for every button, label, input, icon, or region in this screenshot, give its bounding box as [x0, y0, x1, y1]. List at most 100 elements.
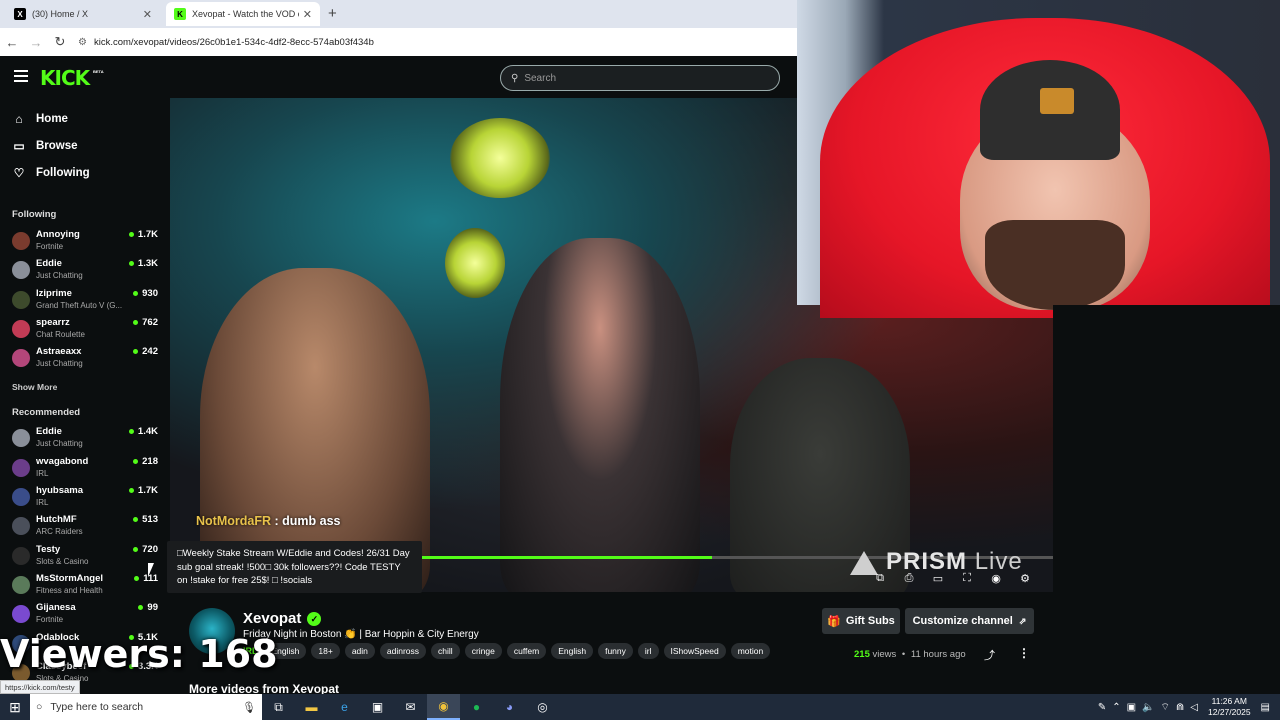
live-dot-icon — [133, 547, 139, 552]
search-icon: ⚲ — [511, 72, 519, 84]
lamp-graphic — [445, 228, 505, 298]
recommended-channel[interactable]: Eddie Just Chatting 1.4K — [12, 426, 162, 454]
viewer-count: 99 — [138, 602, 158, 613]
recommended-channel[interactable]: hyubsama IRL 1.7K — [12, 485, 162, 513]
fullscreen-icon[interactable]: ⛶ — [959, 572, 975, 586]
speaker-icon[interactable]: ◁ — [1190, 702, 1198, 713]
tag-chip[interactable]: adin — [344, 643, 375, 659]
video-age: 11 hours ago — [910, 649, 966, 660]
close-tab-icon[interactable]: ✕ — [143, 8, 152, 21]
avatar — [12, 291, 30, 309]
recommended-channel[interactable]: Gijanesa Fortnite 99 — [12, 602, 162, 630]
following-channel[interactable]: Iziprime Grand Theft Auto V (G... 930 — [12, 288, 162, 316]
channel-name: spearrz — [36, 317, 70, 328]
viewer-count: 720 — [133, 544, 158, 555]
tab-x-home[interactable]: X (30) Home / X ✕ — [6, 2, 160, 26]
more-options-icon[interactable]: ⋮ — [1018, 646, 1030, 660]
url-field[interactable]: ⚙ kick.com/xevopat/videos/26c0b1e1-534c-… — [78, 37, 374, 48]
reload-button[interactable]: ↻ — [48, 34, 72, 50]
show-more-link[interactable]: Show More — [12, 382, 57, 392]
windows-start-icon[interactable]: ⊞ — [0, 694, 30, 720]
settings-gear-icon[interactable]: ⚙ — [1017, 572, 1033, 586]
live-dot-icon — [133, 349, 139, 354]
following-channel[interactable]: Eddie Just Chatting 1.3K — [12, 258, 162, 286]
channel-category: Fortnite — [36, 615, 64, 624]
forward-button[interactable]: → — [24, 35, 48, 50]
verified-badge-icon: ✓ — [307, 611, 322, 626]
task-view-icon[interactable]: ⧉ — [262, 694, 295, 720]
sidebar-nav-browse[interactable]: ▭ Browse — [12, 139, 77, 153]
close-tab-icon[interactable]: ✕ — [303, 8, 312, 21]
viewer-count-value: 720 — [142, 544, 158, 555]
menu-icon[interactable] — [14, 70, 28, 82]
show-hidden-icons-icon[interactable]: ⌃ — [1112, 702, 1120, 713]
file-explorer-icon[interactable]: ▬ — [295, 694, 328, 720]
tag-chip[interactable]: irl — [637, 643, 659, 659]
customize-channel-button[interactable]: Customize channel ⇗ — [905, 608, 1034, 634]
tab-title: Xevopat - Watch the VOD on Kick — [192, 9, 299, 19]
recommended-channel[interactable]: wvagabond IRL 218 — [12, 456, 162, 484]
tag-chip[interactable]: adinross — [379, 643, 427, 659]
network-icon[interactable]: ⌔ — [1161, 701, 1170, 714]
button-label: Gift Subs — [845, 615, 895, 627]
sidebar-nav-home[interactable]: ⌂ Home — [12, 112, 68, 126]
tag-chip[interactable]: cringe — [464, 643, 502, 659]
wifi-icon[interactable]: ⋒ — [1176, 702, 1184, 713]
beanie-logo-patch — [1040, 88, 1074, 114]
notifications-icon[interactable]: ▤ — [1261, 702, 1270, 713]
channel-category: Just Chatting — [36, 271, 83, 280]
mail-icon[interactable]: ✉ — [394, 694, 427, 720]
avatar — [12, 517, 30, 535]
playback-speed-icon[interactable]: ◉ — [988, 572, 1004, 586]
tab-kick-vod[interactable]: K Xevopat - Watch the VOD on Kick ✕ — [166, 2, 320, 26]
clip-icon[interactable]: ⎙ — [901, 572, 917, 586]
kick-logo[interactable]: KICK — [40, 66, 90, 90]
tray-app-icon[interactable]: ▣ — [1127, 702, 1136, 713]
discord-icon[interactable]: ◕ — [493, 694, 526, 720]
gift-subs-button[interactable]: 🎁 Gift Subs — [822, 608, 900, 634]
sidebar-nav-following[interactable]: ♡ Following — [12, 166, 90, 180]
edge-browser-icon[interactable]: e — [328, 694, 361, 720]
separator: • — [901, 649, 906, 660]
avatar — [12, 547, 30, 565]
volume-icon[interactable]: 🔈 — [1142, 702, 1154, 713]
pip-icon[interactable]: ⧉ — [872, 572, 888, 586]
tag-chip[interactable]: 18+ — [311, 643, 340, 659]
recommended-channel[interactable]: HutchMF ARC Raiders 513 — [12, 514, 162, 542]
chrome-icon[interactable]: ◉ — [427, 694, 460, 720]
following-channel[interactable]: Astraeaxx Just Chatting 242 — [12, 346, 162, 374]
tag-chip[interactable]: funny — [598, 643, 633, 659]
system-clock[interactable]: 11:26 AM 12/27/2025 — [1208, 696, 1251, 718]
spotify-icon[interactable]: ● — [460, 694, 493, 720]
channel-name-heading[interactable]: Xevopat ✓ — [243, 610, 322, 627]
tag-chip[interactable]: English — [551, 643, 594, 659]
theater-icon[interactable]: ▭ — [930, 572, 946, 586]
new-tab-button[interactable]: + — [328, 5, 337, 22]
microsoft-store-icon[interactable]: ▣ — [361, 694, 394, 720]
live-dot-icon — [128, 488, 134, 493]
channel-name: Eddie — [36, 258, 62, 269]
back-button[interactable]: ← — [0, 35, 24, 50]
taskbar-search-input[interactable]: ○ Type here to search 🎙 — [30, 694, 262, 720]
tag-chip[interactable]: chill — [431, 643, 460, 659]
following-channel[interactable]: spearrz Chat Roulette 762 — [12, 317, 162, 345]
avatar — [12, 349, 30, 367]
viewer-count-value: 762 — [142, 317, 158, 328]
obs-icon[interactable]: ◎ — [526, 694, 559, 720]
views-label: views — [872, 649, 897, 660]
tag-chip[interactable]: cuffem — [506, 643, 547, 659]
share-icon[interactable]: ⤴ — [984, 647, 995, 663]
recommended-channel[interactable]: MsStormAngel Fitness and Health 111 — [12, 573, 162, 601]
pen-icon[interactable]: ✎ — [1098, 702, 1106, 713]
microphone-icon[interactable]: 🎙 — [242, 701, 256, 714]
clock-date: 12/27/2025 — [1208, 707, 1251, 717]
recommended-channel[interactable]: Testy Slots & Casino 720 — [12, 544, 162, 572]
tag-chip[interactable]: IShowSpeed — [663, 643, 726, 659]
site-info-icon[interactable]: ⚙ — [78, 37, 87, 48]
search-input[interactable]: ⚲ Search — [500, 65, 780, 91]
tag-chip[interactable]: motion — [730, 643, 771, 659]
following-channel[interactable]: Annoying Fortnite 1.7K — [12, 229, 162, 257]
video-controls: ⧉ ⎙ ▭ ⛶ ◉ ⚙ — [872, 572, 1033, 586]
button-label: Customize channel — [912, 615, 1013, 627]
chat-username: NotMordaFR — [196, 514, 271, 528]
